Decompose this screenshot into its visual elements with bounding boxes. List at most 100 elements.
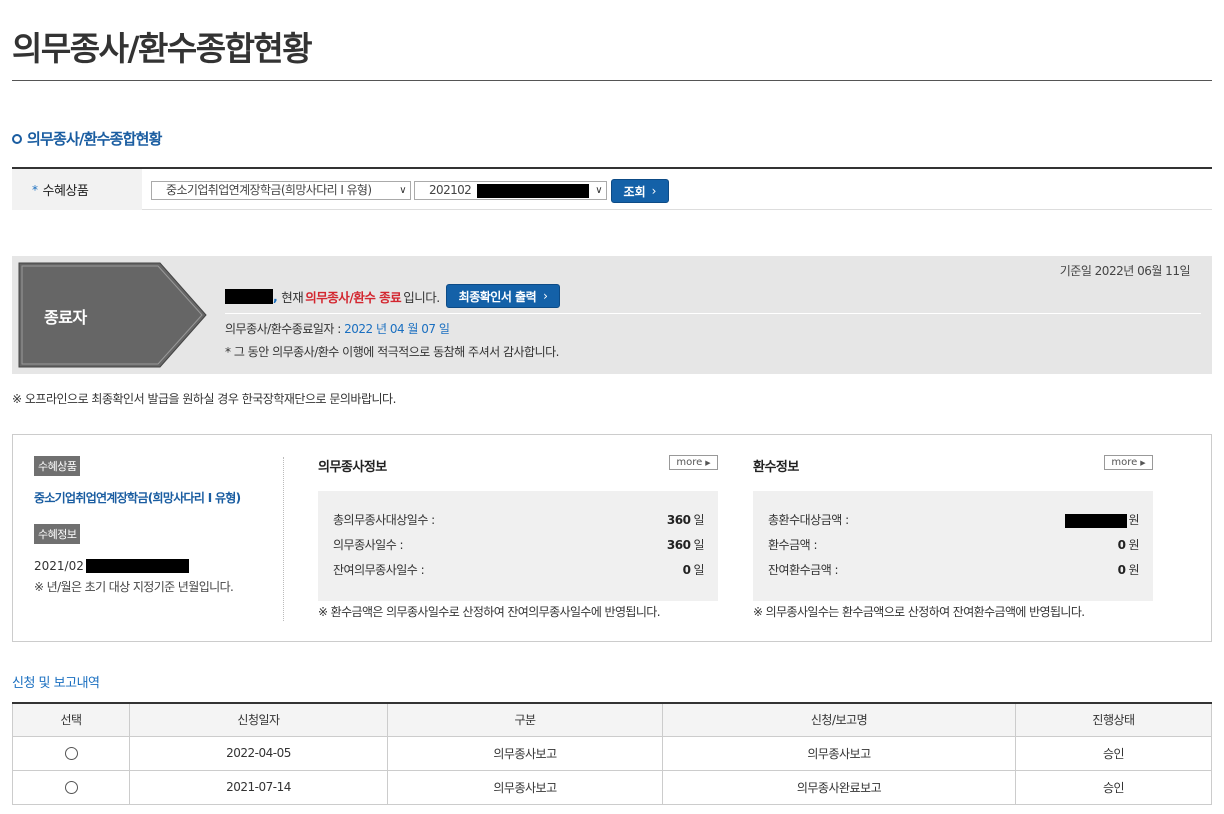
- stat-unit: 일: [693, 513, 704, 527]
- col-select: 선택: [12, 703, 130, 737]
- chevron-right-icon: ›: [543, 289, 548, 303]
- section-title: 의무종사/환수종합현황: [27, 130, 162, 148]
- stat-unit: 일: [693, 538, 704, 552]
- product-tag: 수혜상품: [34, 456, 81, 476]
- table-header-row: 선택 신청일자 구분 신청/보고명 진행상태: [12, 703, 1212, 737]
- duty-row-total: 총의무종사대상일수 : 360 일: [333, 511, 704, 536]
- date-cell: 2022-04-05: [129, 735, 388, 771]
- duty-row-served: 의무종사일수 : 360 일: [333, 536, 704, 561]
- stat-value: 360: [666, 538, 691, 552]
- name-cell: 의무종사보고: [662, 735, 1016, 771]
- history-table: 선택 신청일자 구분 신청/보고명 진행상태 2022-04-05 의무종사보고…: [12, 702, 1212, 805]
- stat-label: 의무종사일수 :: [333, 538, 404, 552]
- status-panel: 종료자 기준일 2022년 06월 11일 , 현재 의무종사/환수 종료 입니…: [12, 256, 1212, 374]
- stat-unit: 원: [1128, 538, 1139, 552]
- refund-more-button[interactable]: more ▶: [1104, 455, 1153, 470]
- type-cell: 의무종사보고: [387, 735, 663, 771]
- redacted-name: [225, 288, 273, 304]
- status-badge-label: 종료자: [44, 308, 87, 327]
- cert-button-label: 최종확인서 출력: [458, 289, 537, 304]
- stat-label: 환수금액 :: [768, 538, 818, 552]
- tail-text: 입니다.: [403, 289, 440, 305]
- final-certificate-print-button[interactable]: 최종확인서 출력 ›: [445, 284, 561, 308]
- stat-value: 0: [1117, 538, 1126, 552]
- search-button-label: 조회: [623, 184, 646, 199]
- chevron-down-icon: ∨: [399, 185, 406, 196]
- stat-label: 잔여환수금액 :: [768, 563, 839, 577]
- duty-stats: 총의무종사대상일수 : 360 일 의무종사일수 : 360 일 잔여의무종사일수 …: [318, 491, 718, 601]
- refund-info-title: 환수정보: [753, 460, 799, 475]
- col-type: 구분: [387, 703, 663, 737]
- offline-note: ※ 오프라인으로 최종확인서 발급을 원하실 경우 한국장학재단으로 문의바랍니…: [12, 392, 396, 406]
- stat-unit: 원: [1128, 513, 1139, 527]
- column-divider: [283, 457, 284, 621]
- stat-label: 총환수대상금액 :: [768, 513, 849, 527]
- chevron-right-icon: ›: [651, 184, 657, 198]
- stat-value: 0: [1117, 563, 1126, 577]
- col-date: 신청일자: [129, 703, 388, 737]
- refund-note: ※ 의무종사일수는 환수금액으로 산정하여 잔여환수금액에 반영됩니다.: [753, 605, 1085, 619]
- product-select-value: 중소기업취업연계장학금(희망사다리 I 유형): [166, 183, 372, 197]
- end-date-value: 2022 년 04 월 07 일: [344, 322, 450, 336]
- period-prefix: 2021/02: [34, 559, 84, 573]
- thanks-message: * 그 동안 의무종사/환수 이행에 적극적으로 동참해 주셔서 감사합니다.: [225, 345, 560, 359]
- period-select-value: 202102: [429, 183, 472, 197]
- search-button[interactable]: 조회 ›: [611, 179, 669, 203]
- status-highlight: 의무종사/환수 종료: [305, 289, 402, 305]
- history-title: 신청 및 보고내역: [12, 676, 100, 691]
- section-heading: 의무종사/환수종합현황: [12, 128, 162, 149]
- stat-unit: 일: [693, 563, 704, 577]
- end-date-label: 의무종사/환수종료일자 :: [225, 322, 341, 336]
- table-row: 2021-07-14 의무종사보고 의무종사완료보고 승인: [12, 769, 1212, 805]
- select-cell: [12, 769, 130, 805]
- more-label: more: [1111, 457, 1138, 468]
- row-radio[interactable]: [64, 747, 78, 760]
- end-date-line: 의무종사/환수종료일자 : 2022 년 04 월 07 일: [225, 320, 450, 337]
- duty-row-remaining: 잔여의무종사일수 : 0일: [333, 561, 704, 586]
- product-label: * 수혜상품: [12, 169, 142, 210]
- page-title: 의무종사/환수종합현황: [12, 29, 313, 68]
- required-mark: *: [32, 182, 38, 197]
- info-tag: 수혜정보: [34, 524, 81, 544]
- triangle-right-icon: ▶: [705, 458, 711, 467]
- benefit-period: 2021/02: [34, 559, 189, 573]
- current-text: 현재: [281, 289, 304, 305]
- table-row: 2022-04-05 의무종사보고 의무종사보고 승인: [12, 735, 1212, 771]
- name-cell: 의무종사완료보고: [662, 769, 1016, 805]
- triangle-right-icon: ▶: [1140, 458, 1146, 467]
- refund-row-total: 총환수대상금액 : 원: [768, 511, 1139, 536]
- base-date: 기준일 2022년 06월 11일: [1059, 264, 1191, 278]
- title-divider: [12, 80, 1212, 81]
- stat-label: 잔여의무종사일수 :: [333, 563, 425, 577]
- period-select[interactable]: 202102 ∨: [414, 181, 607, 200]
- chevron-down-icon: ∨: [595, 185, 602, 196]
- col-name: 신청/보고명: [662, 703, 1016, 737]
- status-cell: 승인: [1015, 769, 1212, 805]
- ring-bullet-icon: [12, 133, 22, 144]
- type-cell: 의무종사보고: [387, 769, 663, 805]
- col-status: 진행상태: [1015, 703, 1212, 737]
- stat-value: 0: [682, 563, 691, 577]
- product-name: 중소기업취업연계장학금(희망사다리 I 유형): [34, 491, 241, 505]
- stat-unit: 원: [1128, 563, 1139, 577]
- more-label: more: [676, 457, 703, 468]
- refund-row-amount: 환수금액 : 0원: [768, 536, 1139, 561]
- duty-info-title: 의무종사정보: [318, 460, 387, 475]
- status-message: , 현재 의무종사/환수 종료 입니다. 최종확인서 출력 ›: [225, 284, 561, 308]
- product-label-text: 수혜상품: [42, 184, 89, 199]
- status-cell: 승인: [1015, 735, 1212, 771]
- product-select[interactable]: 중소기업취업연계장학금(희망사다리 I 유형) ∨: [151, 181, 411, 200]
- row-radio[interactable]: [64, 781, 78, 794]
- status-divider: [225, 313, 1201, 314]
- duty-more-button[interactable]: more ▶: [669, 455, 718, 470]
- select-cell: [12, 735, 130, 771]
- period-note: ※ 년/월은 초기 대상 지정기준 년월입니다.: [34, 580, 234, 594]
- refund-row-remaining: 잔여환수금액 : 0원: [768, 561, 1139, 586]
- redacted-block: [85, 559, 189, 573]
- date-cell: 2021-07-14: [129, 769, 388, 805]
- comma: ,: [273, 288, 278, 304]
- refund-stats: 총환수대상금액 : 원 환수금액 : 0원 잔여환수금액 : 0원: [753, 491, 1153, 601]
- stat-label: 총의무종사대상일수 :: [333, 513, 435, 527]
- duty-note: ※ 환수금액은 의무종사일수로 산정하여 잔여의무종사일수에 반영됩니다.: [318, 605, 661, 619]
- info-box: 수혜상품 중소기업취업연계장학금(희망사다리 I 유형) 수혜정보 2021/0…: [12, 434, 1212, 642]
